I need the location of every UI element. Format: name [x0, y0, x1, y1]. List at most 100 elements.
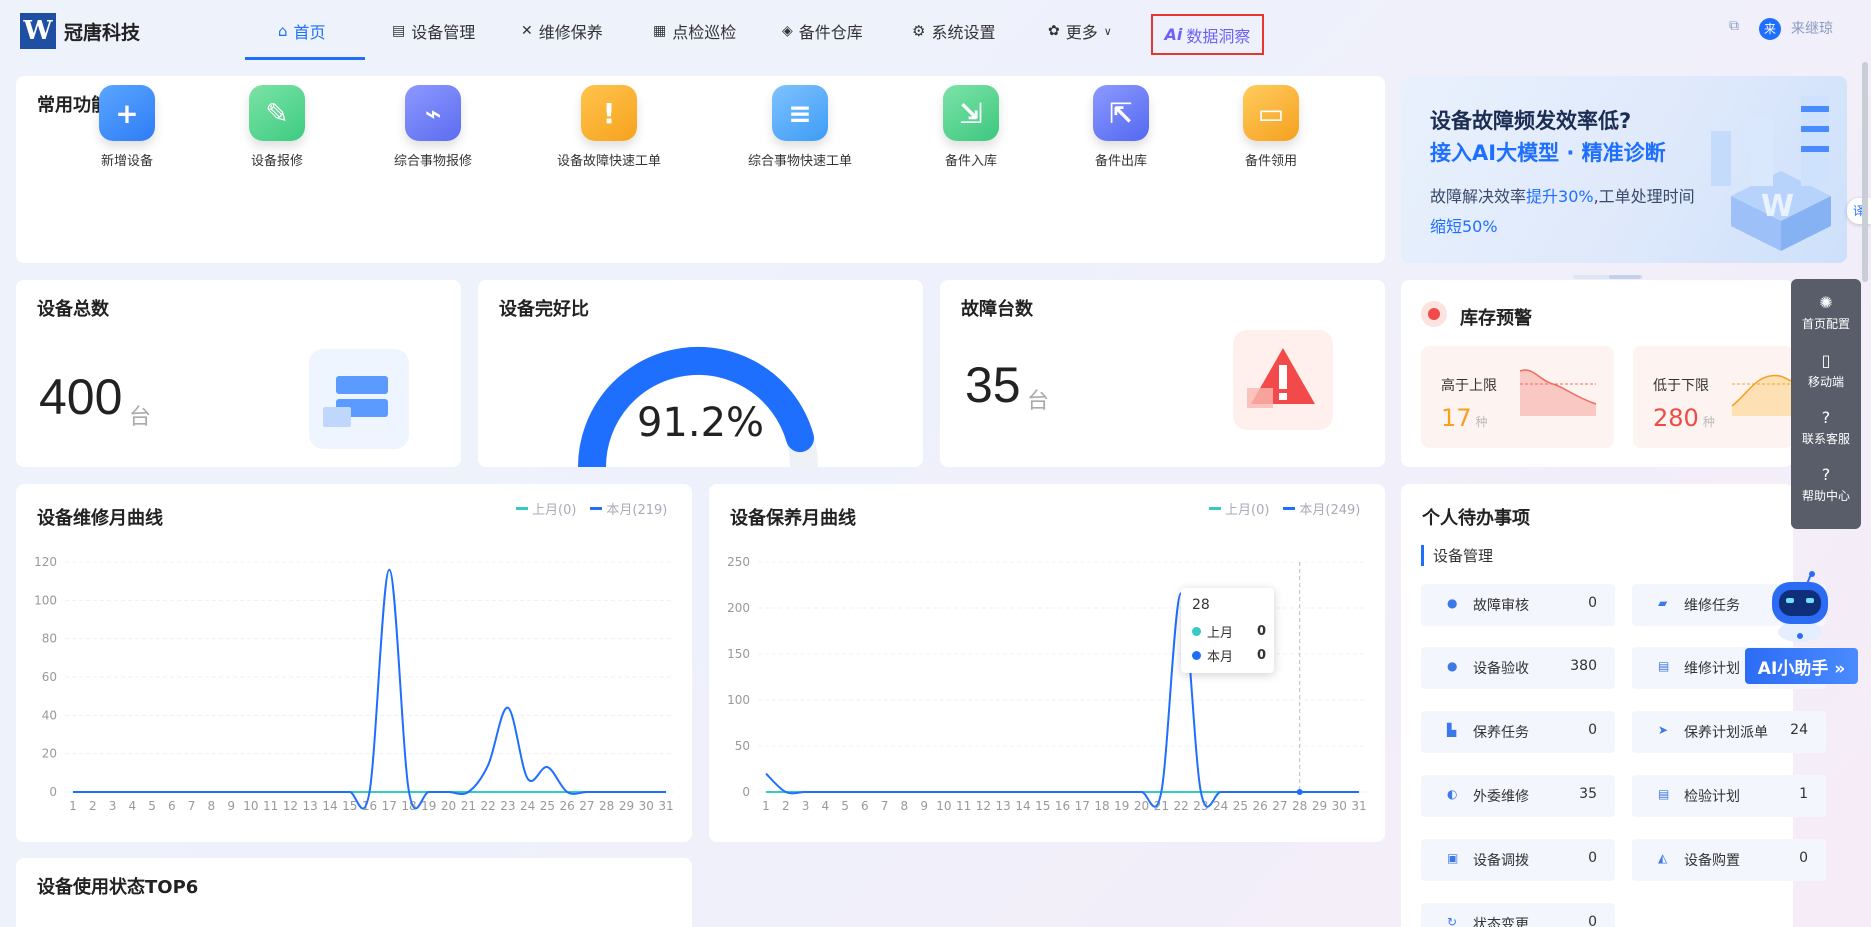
x-tick-label: 19 — [1114, 799, 1129, 813]
maintenance-chart-legend[interactable]: 上月(0) 本月(249) — [1209, 499, 1360, 518]
x-tick-label: 10 — [243, 799, 258, 813]
y-tick-label: 100 — [727, 693, 750, 707]
quick-add-device[interactable]: + 新增设备 — [52, 85, 202, 169]
quick-device-repair[interactable]: ✎ 设备报修 — [202, 85, 352, 169]
page-scrollbar[interactable] — [1862, 62, 1868, 282]
inventory-lower-box[interactable]: 低于下限 280 种 — [1633, 346, 1793, 448]
x-tick-label: 5 — [841, 799, 849, 813]
ai-assistant-button[interactable]: AI小助手 » — [1745, 648, 1858, 684]
legend-this-month[interactable]: 本月(249) — [1283, 499, 1360, 518]
warning-icon: ! — [581, 85, 637, 141]
upper-trend-sparkline — [1519, 369, 1597, 416]
nav-spare-warehouse[interactable]: ◈ 备件仓库 — [782, 19, 863, 43]
user-icon: ● — [1447, 659, 1458, 673]
quick-spare-out[interactable]: ⇱ 备件出库 — [1046, 85, 1196, 169]
y-tick-label: 50 — [735, 739, 750, 753]
banner-pagination-active[interactable] — [1609, 275, 1641, 279]
x-tick-label: 12 — [283, 799, 298, 813]
switch-icon[interactable]: ⧉ — [1729, 18, 1739, 34]
legend-this-month[interactable]: 本月(219) — [590, 499, 667, 518]
device-good-rate-title: 设备完好比 — [499, 299, 589, 320]
quick-label: 综合事物快速工单 — [747, 154, 852, 169]
ai-promo-banner[interactable]: 设备故障频发效率低? 接入AI大模型 · 精准诊断 故障解决效率提升30%,工单… — [1401, 76, 1847, 263]
tool-home-config[interactable]: ✺ 首页配置 — [1791, 293, 1861, 332]
x-tick-label: 24 — [520, 799, 535, 813]
x-tick-label: 11 — [956, 799, 971, 813]
nav-active-indicator — [245, 57, 365, 60]
top-navbar: W 冠唐科技 ⌂ 首页 ▤ 设备管理 ✕ 维修保养 ▦ 点检巡检 ◈ 备件仓库 … — [0, 0, 1871, 62]
repair-chart-legend[interactable]: 上月(0) 本月(219) — [516, 499, 667, 518]
box-icon: ◈ — [782, 23, 793, 39]
y-tick-label: 0 — [742, 785, 750, 799]
x-tick-label: 8 — [901, 799, 909, 813]
todo-device-purchase[interactable]: ◭ 设备购置 0 — [1632, 839, 1826, 881]
quick-spare-in[interactable]: ⇲ 备件入库 — [896, 85, 1046, 169]
legend-last-month[interactable]: 上月(0) — [516, 499, 576, 518]
tool-mobile[interactable]: ▯ 移动端 — [1791, 351, 1861, 390]
todo-outsourced-repair[interactable]: ◐ 外委维修 35 — [1421, 775, 1615, 817]
ai-icon: Ai — [1164, 25, 1183, 44]
tool-help-center[interactable]: ? 帮助中心 — [1791, 465, 1861, 504]
lower-limit-label: 低于下限 — [1653, 378, 1709, 394]
ai-robot-icon[interactable] — [1769, 570, 1831, 642]
y-tick-label: 100 — [34, 593, 57, 607]
todo-maintenance-dispatch[interactable]: ➤ 保养计划派单 24 — [1632, 711, 1826, 753]
inventory-upper-box[interactable]: 高于上限 17 种 — [1421, 346, 1614, 448]
nav-maintenance[interactable]: ✕ 维修保养 — [521, 19, 603, 43]
x-tick-label: 2 — [89, 799, 97, 813]
nav-more[interactable]: ✿ 更多 ∨ — [1048, 19, 1112, 43]
todo-section-device-management: 设备管理 — [1421, 545, 1493, 566]
nav-inspection[interactable]: ▦ 点检巡检 — [653, 19, 736, 43]
x-tick-label: 29 — [1312, 799, 1327, 813]
brand-name: 冠唐科技 — [64, 22, 141, 44]
x-tick-label: 27 — [579, 799, 594, 813]
nav-label: 更多 — [1065, 23, 1098, 42]
nav-home[interactable]: ⌂ 首页 — [278, 19, 326, 43]
maintenance-chart[interactable]: 0501001502002501 2 3 4 5 6 7 8 9 10 11 12 13 14 15 16 17… — [709, 540, 1385, 840]
quick-general-order[interactable]: ≡ 综合事物快速工单 — [725, 85, 875, 169]
document-icon: ▤ — [1658, 787, 1670, 801]
quick-general-repair[interactable]: ⌁ 综合事物报修 — [358, 85, 508, 169]
refresh-icon: ↻ — [1447, 915, 1458, 927]
repair-chart[interactable]: 0204060801001201 2 3 4 5 6 7 8 9 10 11 12 13 14 15 16 17… — [16, 540, 692, 840]
y-tick-label: 150 — [727, 647, 750, 661]
warehouse-out-icon: ⇱ — [1093, 85, 1149, 141]
warehouse-in-icon: ⇲ — [943, 85, 999, 141]
todo-maintenance-task[interactable]: ▙ 保养任务 0 — [1421, 711, 1615, 753]
file-icon: ▙ — [1447, 723, 1457, 737]
x-tick-label: 22 — [480, 799, 495, 813]
series-line — [73, 568, 666, 810]
x-tick-label: 13 — [303, 799, 318, 813]
avatar[interactable]: 来 — [1759, 18, 1781, 40]
cart-icon: ◭ — [1658, 851, 1668, 865]
fault-count-title: 故障台数 — [961, 299, 1033, 320]
quick-label: 备件入库 — [944, 154, 997, 169]
x-tick-label: 30 — [639, 799, 654, 813]
x-tick-label: 15 — [342, 799, 357, 813]
device-good-rate-card: 设备完好比 91.2% — [478, 280, 923, 467]
nav-system-settings[interactable]: ⚙ 系统设置 — [912, 19, 995, 43]
y-tick-label: 40 — [42, 708, 57, 722]
y-tick-label: 0 — [49, 785, 57, 799]
nav-label: 维修保养 — [538, 23, 603, 42]
legend-last-month[interactable]: 上月(0) — [1209, 499, 1269, 518]
todo-fault-review[interactable]: ● 故障审核 0 — [1421, 584, 1615, 626]
quick-spare-requisition[interactable]: ▭ 备件领用 — [1196, 85, 1346, 169]
user-name[interactable]: 来继琼 — [1791, 18, 1833, 38]
logo[interactable]: W — [20, 13, 56, 49]
upper-limit-label: 高于上限 — [1441, 378, 1497, 394]
todo-status-change[interactable]: ↻ 状态变更 0 — [1421, 903, 1615, 927]
todo-device-transfer[interactable]: ▣ 设备调拨 0 — [1421, 839, 1615, 881]
x-tick-label: 28 — [599, 799, 614, 813]
floating-tool-panel: ✺ 首页配置 ▯ 移动端 ? 联系客服 ? 帮助中心 — [1791, 279, 1861, 529]
data-insight-button[interactable]: Ai 数据洞察 — [1151, 14, 1264, 55]
todo-device-acceptance[interactable]: ● 设备验收 380 — [1421, 647, 1615, 689]
alert-icon — [1233, 330, 1333, 430]
nav-device-management[interactable]: ▤ 设备管理 — [392, 19, 475, 43]
banner-text: 故障解决效率提升30%,工单处理时间 — [1430, 187, 1695, 206]
tool-contact-service[interactable]: ? 联系客服 — [1791, 408, 1861, 447]
x-tick-label: 13 — [996, 799, 1011, 813]
todo-inspection-plan[interactable]: ▤ 检验计划 1 — [1632, 775, 1826, 817]
device-total-card: 设备总数 400 台 — [16, 280, 461, 467]
quick-fault-order[interactable]: ! 设备故障快速工单 — [534, 85, 684, 169]
